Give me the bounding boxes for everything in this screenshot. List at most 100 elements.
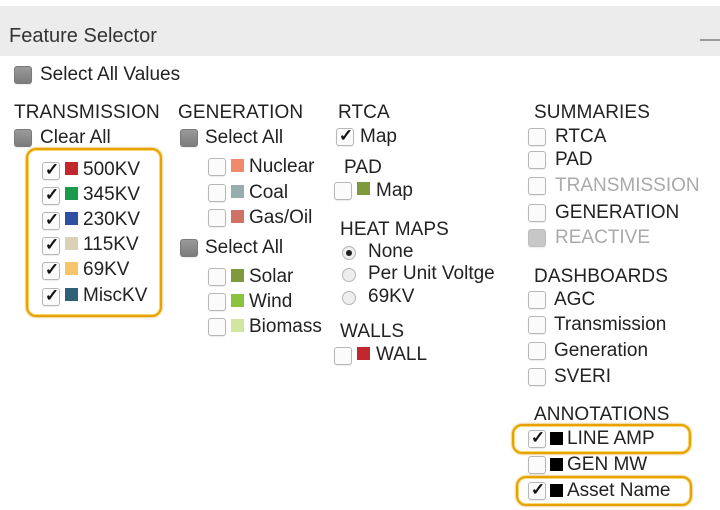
generation-swatch-nuclear [231,159,244,172]
generation-checkbox-coal[interactable] [208,184,226,202]
annotation-swatch-asset-name [550,484,563,497]
dashboard-label-agc[interactable]: AGC [554,289,595,311]
generation-swatch-solar [231,269,244,282]
annotation-label-asset-name[interactable]: Asset Name [567,480,670,502]
transmission-checkbox-500kv[interactable]: ✓ [42,160,60,180]
transmission-label-500kv[interactable]: 500KV [83,159,140,181]
checkmark-icon: ✓ [44,260,60,279]
transmission-checkbox-230kv[interactable]: ✓ [42,210,60,230]
generation-label-biomass[interactable]: Biomass [249,316,322,338]
annotation-swatch-gen-mw [550,458,563,471]
title-bar: Feature Selector [0,6,720,56]
dashboard-checkbox-generation[interactable] [528,342,546,360]
transmission-swatch-115kv [65,237,78,250]
annotation-label-gen-mw[interactable]: GEN MW [567,454,647,476]
dashboard-checkbox-agc[interactable] [528,291,546,309]
dashboard-label-generation[interactable]: Generation [554,340,648,362]
generation-label-coal[interactable]: Coal [249,182,288,204]
transmission-clear-all-checkbox[interactable] [14,129,32,147]
rtca-heading: RTCA [338,102,390,123]
generation-label-solar[interactable]: Solar [249,266,293,288]
transmission-swatch-69kv [65,262,78,275]
annotation-checkbox-asset-name[interactable]: ✓ [528,480,546,500]
dashboard-checkbox-transmission[interactable] [528,316,546,334]
transmission-clear-all-label[interactable]: Clear All [40,127,111,149]
dashboard-checkbox-sveri[interactable] [528,368,546,386]
summary-label-rtca[interactable]: RTCA [555,126,606,148]
generation-checkbox-wind[interactable] [208,293,226,311]
summary-label-generation[interactable]: GENERATION [555,202,679,224]
generation-select-all-1-label[interactable]: Select All [205,127,283,149]
transmission-checkbox-115kv[interactable]: ✓ [42,235,60,255]
pad-map-label[interactable]: Map [376,180,413,202]
generation-label-wind[interactable]: Wind [249,291,292,313]
summary-checkbox-transmission[interactable] [528,177,546,195]
rtca-map-checkbox[interactable]: ✓ [336,126,354,146]
transmission-checkbox-345kv[interactable]: ✓ [42,185,60,205]
transmission-swatch-500kv [65,162,78,175]
generation-swatch-gas-oil [231,210,244,223]
summary-checkbox-pad[interactable] [528,151,546,169]
select-all-values-checkbox[interactable] [14,66,32,84]
generation-select-all-1-checkbox[interactable] [180,129,198,147]
panel-title: Feature Selector [9,25,157,47]
heat-map-label-69kv[interactable]: 69KV [368,286,414,308]
heat-map-label-per-unit-voltge[interactable]: Per Unit Voltge [368,263,495,285]
generation-select-all-2-checkbox[interactable] [180,239,198,257]
checkmark-icon: ✓ [530,428,546,447]
transmission-label-69kv[interactable]: 69KV [83,259,129,281]
summary-label-pad[interactable]: PAD [555,149,593,171]
select-all-values-label[interactable]: Select All Values [40,64,180,86]
dashboard-label-transmission[interactable]: Transmission [554,314,666,336]
checkmark-icon: ✓ [44,235,60,254]
pad-heading: PAD [344,157,382,178]
transmission-swatch-345kv [65,187,78,200]
wall-checkbox[interactable] [334,347,352,365]
generation-checkbox-gas-oil[interactable] [208,209,226,227]
summary-checkbox-generation[interactable] [528,204,546,222]
generation-swatch-biomass [231,319,244,332]
heat-map-radio-none[interactable] [342,246,356,260]
generation-select-all-2-label[interactable]: Select All [205,237,283,259]
heat-maps-heading: HEAT MAPS [340,219,449,240]
transmission-swatch-misckv [65,288,78,301]
wall-label[interactable]: WALL [376,344,427,366]
transmission-label-misckv[interactable]: MiscKV [83,285,147,307]
transmission-label-230kv[interactable]: 230KV [83,209,140,231]
transmission-label-115kv[interactable]: 115KV [83,234,139,256]
summary-checkbox-rtca[interactable] [528,128,546,146]
generation-checkbox-solar[interactable] [208,268,226,286]
checkmark-icon: ✓ [44,210,60,229]
checkmark-icon: ✓ [44,185,60,204]
generation-label-nuclear[interactable]: Nuclear [249,156,314,178]
walls-heading: WALLS [340,321,405,342]
annotation-swatch-line-amp [550,432,563,445]
summary-label-reactive: REACTIVE [555,227,651,248]
generation-swatch-wind [231,294,244,307]
checkmark-icon: ✓ [44,286,60,305]
summaries-heading: SUMMARIES [534,102,650,123]
heat-map-radio-per-unit-voltge[interactable] [342,268,356,282]
dashboard-label-sveri[interactable]: SVERI [554,366,611,388]
pad-color-swatch [357,182,370,195]
annotation-checkbox-line-amp[interactable]: ✓ [528,428,546,448]
summary-checkbox-reactive[interactable] [528,229,546,247]
heat-map-label-none[interactable]: None [368,241,413,263]
generation-swatch-coal [231,185,244,198]
pad-map-checkbox[interactable] [334,182,352,200]
transmission-checkbox-misckv[interactable]: ✓ [42,286,60,306]
checkmark-icon: ✓ [530,480,546,499]
transmission-checkbox-69kv[interactable]: ✓ [42,260,60,280]
annotation-checkbox-gen-mw[interactable] [528,456,546,474]
generation-checkbox-biomass[interactable] [208,318,226,336]
transmission-label-345kv[interactable]: 345KV [83,184,140,206]
minimize-icon[interactable] [700,39,720,41]
heat-map-radio-69kv[interactable] [342,291,356,305]
annotation-label-line-amp[interactable]: LINE AMP [567,428,655,450]
generation-checkbox-nuclear[interactable] [208,158,226,176]
generation-label-gas-oil[interactable]: Gas/Oil [249,207,312,229]
transmission-heading: TRANSMISSION [14,102,160,123]
rtca-map-label[interactable]: Map [360,126,397,148]
wall-color-swatch [357,347,370,360]
checkmark-icon: ✓ [44,160,60,179]
